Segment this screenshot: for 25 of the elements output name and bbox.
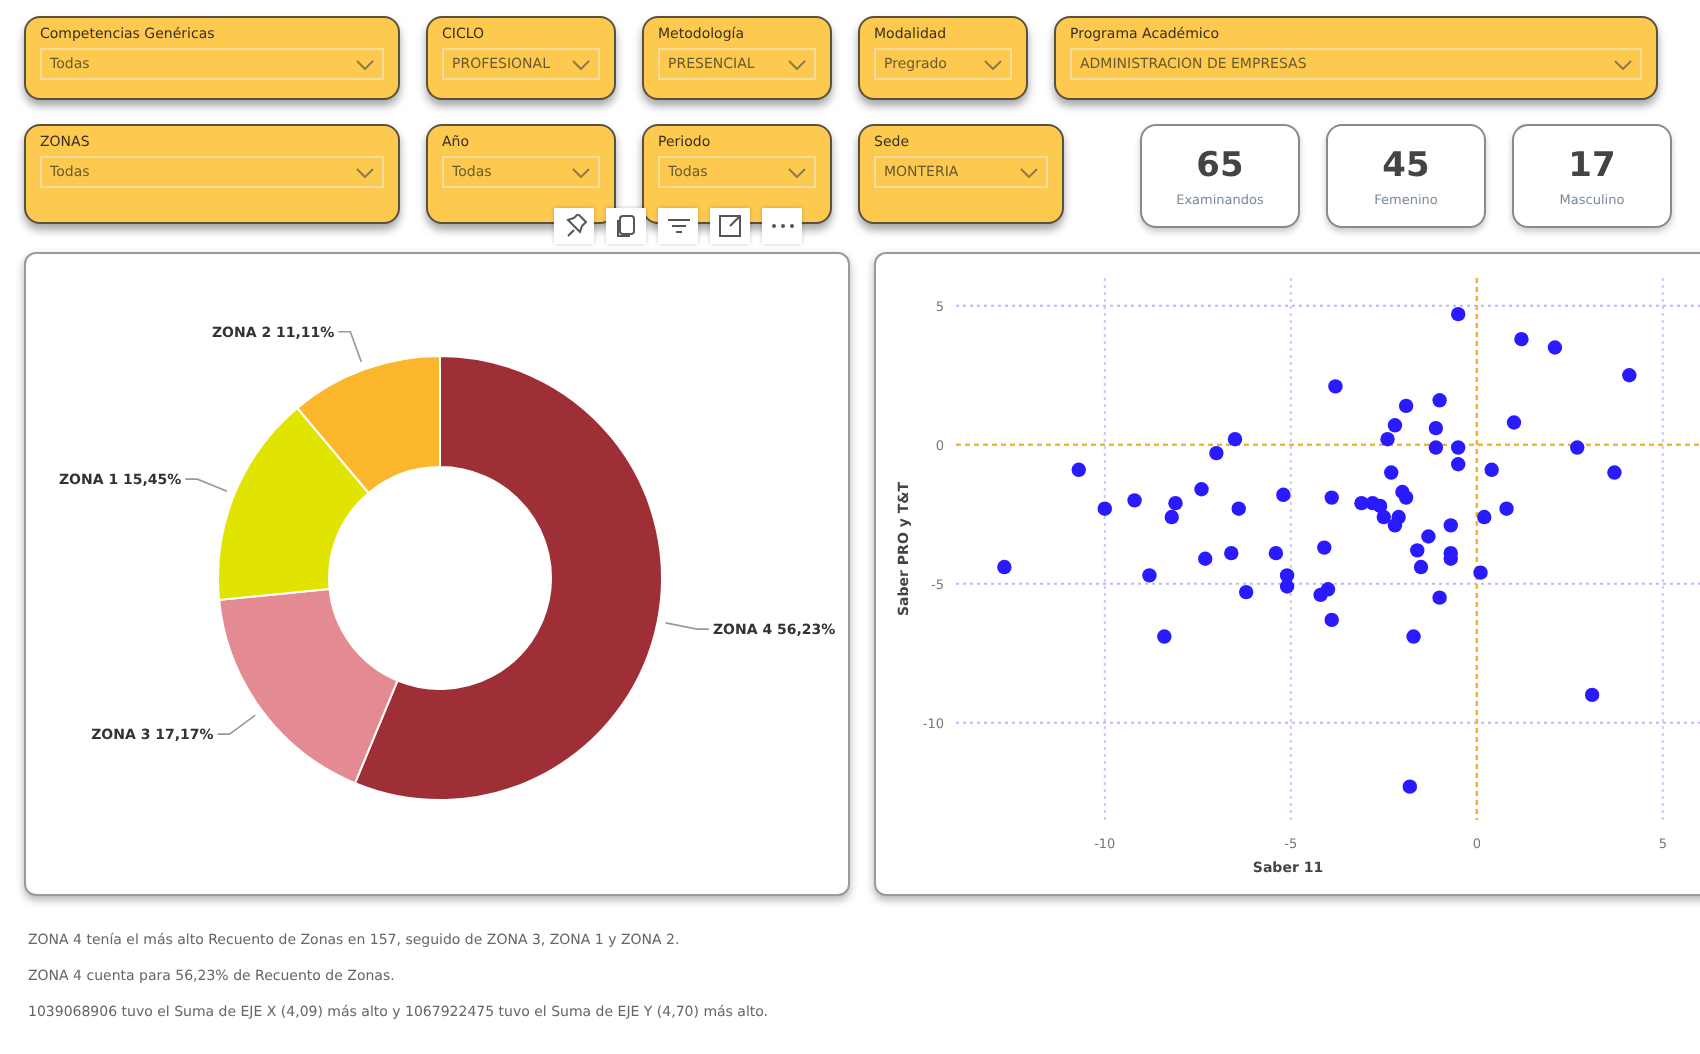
copy-icon	[613, 214, 639, 238]
pin-icon	[561, 214, 587, 238]
kpi-value: 17	[1568, 145, 1616, 185]
focus-mode-button[interactable]	[710, 208, 750, 244]
chevron-down-icon	[1614, 59, 1632, 69]
chevron-down-icon	[572, 167, 590, 177]
filter-icon	[665, 214, 691, 238]
copy-button[interactable]	[606, 208, 646, 244]
pin-button[interactable]	[554, 208, 594, 244]
more-options-button[interactable]	[762, 208, 802, 244]
chevron-down-icon	[984, 59, 1002, 69]
chevron-down-icon	[356, 167, 374, 177]
chevron-down-icon	[572, 59, 590, 69]
filter-button[interactable]	[658, 208, 698, 244]
leader-line	[216, 714, 257, 735]
chevron-down-icon	[788, 59, 806, 69]
chevron-down-icon	[1020, 167, 1038, 177]
kpi-value: 45	[1382, 145, 1430, 185]
leader-line	[664, 622, 710, 630]
focus-mode-icon	[717, 214, 743, 238]
chevron-down-icon	[356, 59, 374, 69]
leader-line	[184, 478, 228, 493]
kpi-value: 65	[1196, 145, 1244, 185]
chevron-down-icon	[788, 167, 806, 177]
leader-line	[337, 331, 363, 363]
